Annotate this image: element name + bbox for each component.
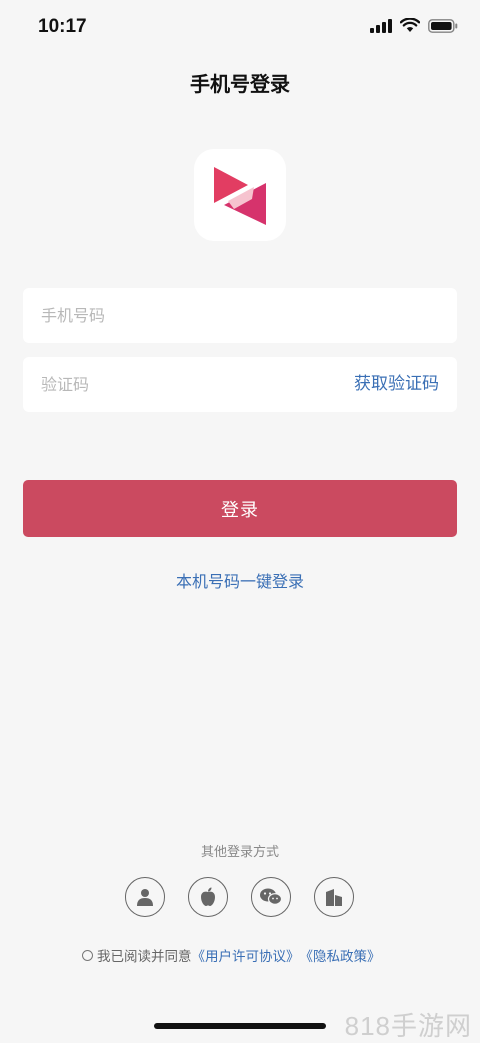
phone-field: [23, 288, 457, 343]
agreement-prefix: 我已阅读并同意: [97, 949, 192, 965]
one-click-login-link[interactable]: 本机号码一键登录: [0, 568, 480, 592]
wifi-icon: [400, 18, 420, 32]
home-indicator: [154, 1023, 326, 1029]
privacy-policy-link[interactable]: 《隐私政策》: [300, 945, 381, 965]
status-bar: 10:17: [0, 0, 480, 56]
other-login-options: [125, 877, 357, 919]
agreement-radio[interactable]: [82, 949, 93, 961]
building-login-button[interactable]: [314, 877, 354, 917]
code-field: 获取验证码: [23, 357, 457, 412]
battery-icon: [428, 18, 458, 33]
get-code-button[interactable]: 获取验证码: [354, 357, 439, 412]
account-icon: [137, 889, 153, 906]
page-title: 手机号登录: [190, 72, 290, 96]
agreement-row: 我已阅读并同意 《用户许可协议》 《隐私政策》: [82, 945, 381, 965]
status-icons: [370, 18, 458, 33]
login-button[interactable]: 登录: [23, 480, 457, 537]
building-icon: [326, 889, 342, 906]
watermark: 818手游网: [344, 1011, 472, 1041]
verification-code-input[interactable]: [41, 357, 301, 412]
app-logo-icon: [214, 167, 266, 225]
app-logo: [194, 149, 286, 241]
apple-login-button[interactable]: [188, 877, 228, 917]
phone-input[interactable]: [41, 288, 441, 343]
apple-icon: [201, 887, 215, 906]
wechat-icon: [260, 888, 283, 905]
user-license-link[interactable]: 《用户许可协议》: [192, 945, 300, 965]
status-time: 10:17: [38, 16, 87, 37]
other-login-title: 其他登录方式: [200, 845, 279, 860]
signal-icon: [370, 18, 392, 33]
account-login-button[interactable]: [125, 877, 165, 917]
wechat-login-button[interactable]: [251, 877, 291, 917]
